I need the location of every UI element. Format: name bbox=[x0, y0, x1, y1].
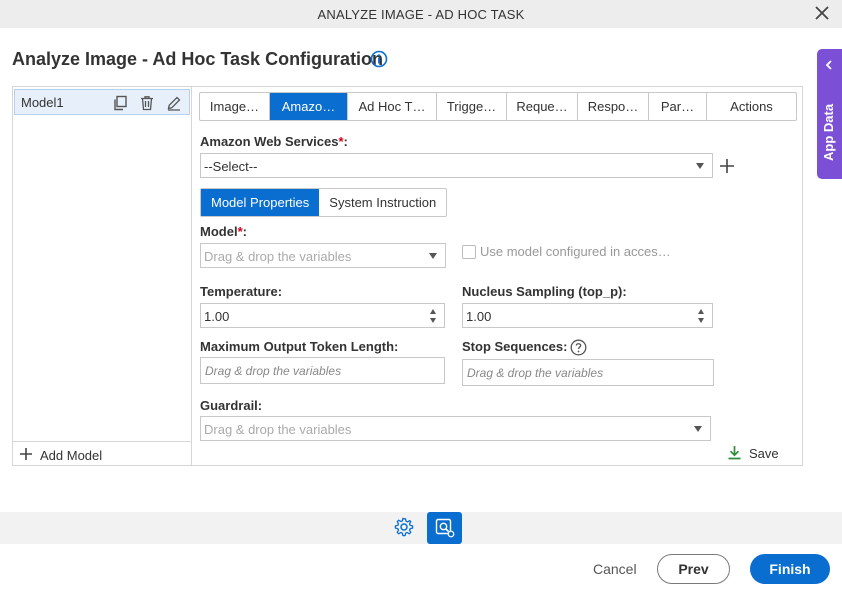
guardrail-select[interactable]: Drag & drop the variables bbox=[200, 416, 711, 441]
stop-sequences-input[interactable]: Drag & drop the variables bbox=[462, 359, 714, 386]
use-model-label: Use model configured in acces… bbox=[480, 244, 671, 259]
decrement-icon[interactable] bbox=[698, 318, 704, 323]
tab-triggers[interactable]: Trigge… bbox=[437, 93, 507, 120]
property-subtabs: Model Properties System Instruction bbox=[200, 188, 448, 217]
copy-icon[interactable] bbox=[112, 95, 128, 111]
cancel-button[interactable]: Cancel bbox=[593, 561, 637, 577]
aws-select-value: --Select-- bbox=[204, 159, 258, 174]
use-model-checkbox[interactable] bbox=[462, 245, 476, 259]
download-icon bbox=[728, 446, 741, 460]
model-list-item[interactable]: Model1 bbox=[14, 89, 190, 115]
model-select[interactable]: Drag & drop the variables bbox=[200, 243, 446, 268]
max-output-token-label: Maximum Output Token Length: bbox=[200, 339, 399, 354]
max-output-token-placeholder: Drag & drop the variables bbox=[205, 364, 342, 378]
gear-icon[interactable] bbox=[394, 517, 414, 537]
app-data-label: App Data bbox=[821, 103, 836, 161]
aws-label-colon: : bbox=[343, 134, 348, 149]
tab-amazon[interactable]: Amazo… bbox=[270, 93, 348, 120]
model-label-colon: : bbox=[242, 224, 247, 239]
model-label: Model*: bbox=[200, 224, 247, 239]
image-search-icon bbox=[435, 518, 455, 538]
guardrail-label: Guardrail: bbox=[200, 398, 263, 413]
chevron-down-icon bbox=[429, 253, 437, 259]
app-data-tab[interactable]: App Data bbox=[817, 49, 842, 179]
model-select-placeholder: Drag & drop the variables bbox=[204, 249, 352, 264]
increment-icon[interactable] bbox=[430, 309, 436, 314]
tab-response[interactable]: Respo… bbox=[578, 93, 649, 120]
info-icon[interactable] bbox=[370, 50, 388, 68]
edit-icon[interactable] bbox=[166, 95, 182, 111]
aws-label: Amazon Web Services*: bbox=[200, 134, 348, 149]
add-model-label: Add Model bbox=[40, 448, 103, 463]
close-icon[interactable] bbox=[813, 4, 831, 22]
tab-image[interactable]: Image… bbox=[200, 93, 270, 120]
max-output-token-input[interactable]: Drag & drop the variables bbox=[200, 357, 445, 384]
temperature-value: 1.00 bbox=[204, 309, 230, 324]
tab-parameters[interactable]: Par… bbox=[649, 93, 707, 120]
top-p-value: 1.00 bbox=[466, 309, 492, 324]
aws-label-text: Amazon Web Services bbox=[200, 134, 339, 149]
subtab-model-properties[interactable]: Model Properties bbox=[201, 189, 320, 216]
image-analysis-button[interactable] bbox=[427, 512, 462, 544]
delete-icon[interactable] bbox=[139, 95, 155, 111]
temperature-input[interactable]: 1.00 bbox=[200, 303, 445, 328]
plus-icon bbox=[20, 448, 32, 460]
model-label-text: Model bbox=[200, 224, 238, 239]
dialog-title: ANALYZE IMAGE - AD HOC TASK bbox=[317, 7, 525, 22]
chevron-down-icon bbox=[694, 426, 702, 432]
top-p-input[interactable]: 1.00 bbox=[462, 303, 713, 328]
add-model-button[interactable]: Add Model bbox=[13, 441, 191, 465]
model-config-panel: Image… Amazo… Ad Hoc T… Trigge… Reque… R… bbox=[193, 87, 802, 465]
subtab-system-instruction[interactable]: System Instruction bbox=[319, 189, 446, 216]
chevron-left-icon bbox=[825, 60, 832, 70]
stop-sequences-label: Stop Sequences: bbox=[462, 339, 568, 354]
aws-select[interactable]: --Select-- bbox=[200, 153, 713, 178]
finish-button[interactable]: Finish bbox=[750, 554, 830, 584]
tab-request[interactable]: Reque… bbox=[507, 93, 578, 120]
guardrail-placeholder: Drag & drop the variables bbox=[204, 422, 352, 437]
tab-actions[interactable]: Actions bbox=[707, 93, 796, 120]
model-name: Model1 bbox=[21, 95, 64, 110]
prev-button[interactable]: Prev bbox=[657, 554, 730, 584]
chevron-down-icon bbox=[696, 163, 704, 169]
page-title: Analyze Image - Ad Hoc Task Configuratio… bbox=[12, 49, 384, 69]
dialog-titlebar: ANALYZE IMAGE - AD HOC TASK bbox=[0, 0, 842, 28]
tab-ad-hoc-task[interactable]: Ad Hoc T… bbox=[348, 93, 437, 120]
save-label: Save bbox=[749, 446, 779, 461]
model-list-panel: Model1 Add Model bbox=[13, 87, 192, 465]
help-icon[interactable] bbox=[570, 339, 587, 356]
toolbar-strip bbox=[0, 512, 842, 544]
config-tabs: Image… Amazo… Ad Hoc T… Trigge… Reque… R… bbox=[199, 92, 797, 121]
decrement-icon[interactable] bbox=[430, 318, 436, 323]
configuration-panel: Model1 Add Model Image… Amazo… Ad Hoc T… bbox=[12, 86, 803, 466]
top-p-label: Nucleus Sampling (top_p): bbox=[462, 284, 627, 299]
increment-icon[interactable] bbox=[698, 309, 704, 314]
add-aws-connection-icon[interactable] bbox=[719, 158, 735, 174]
stop-sequences-placeholder: Drag & drop the variables bbox=[467, 366, 604, 380]
temperature-label: Temperature: bbox=[200, 284, 283, 299]
